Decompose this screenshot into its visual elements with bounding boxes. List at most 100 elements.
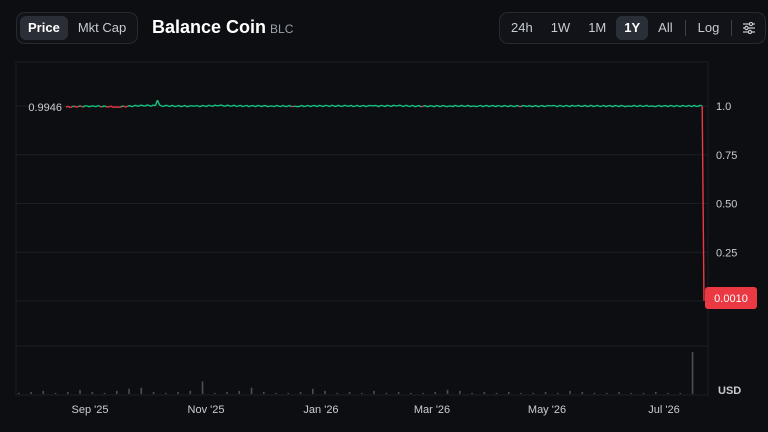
volume-bar <box>508 391 510 394</box>
volume-bar <box>275 392 277 394</box>
volume-bar <box>544 391 547 394</box>
price-line-segment <box>337 104 341 107</box>
y-tick-label: 0.25 <box>716 247 737 259</box>
price-line-segment <box>697 104 701 107</box>
volume-bar <box>54 392 57 394</box>
gridlines <box>16 105 708 347</box>
price-line-segment <box>616 105 620 108</box>
volume-bar <box>67 391 69 394</box>
price-line-segment <box>420 105 424 108</box>
price-line-segment <box>657 104 660 107</box>
volume-bar <box>581 391 584 394</box>
volume-bar <box>165 392 167 394</box>
volume-bar <box>410 392 412 394</box>
price-line-segment <box>576 104 579 107</box>
price-line-segment <box>191 104 194 107</box>
volume-bar <box>226 391 228 394</box>
price-line-segment <box>344 104 347 107</box>
volume-bar <box>336 392 339 394</box>
price-line-segment <box>386 104 390 107</box>
price-line-segment <box>601 104 605 107</box>
price-line-segment <box>310 105 314 108</box>
price-line-segment <box>544 105 547 108</box>
price-line-segment <box>588 104 592 107</box>
volume-bar <box>299 391 302 394</box>
price-line-segment <box>238 104 241 107</box>
price-line-segment <box>516 104 520 108</box>
x-tick-label: Jan '26 <box>303 404 338 416</box>
price-line-segment <box>382 105 386 108</box>
volume-bar <box>569 390 571 394</box>
price-line-segment <box>69 105 73 109</box>
volume-bar <box>618 391 620 394</box>
price-line-segment <box>203 105 207 108</box>
volume-bar <box>116 390 118 394</box>
price-line-segment <box>67 105 71 109</box>
price-line-segment <box>327 105 330 108</box>
price-line-segment <box>399 104 403 107</box>
price-line-segment <box>537 105 541 108</box>
volume-bar <box>679 392 682 394</box>
price-line-segment <box>474 105 477 108</box>
volume-bar <box>42 390 45 394</box>
price-line-segment <box>620 104 624 107</box>
volume-bar <box>630 392 633 394</box>
volume-bar <box>434 391 437 394</box>
volume-bar <box>459 390 461 394</box>
volume-bar <box>287 392 290 394</box>
price-line-segment <box>127 104 131 107</box>
price-line-segment <box>622 105 626 108</box>
volume-bar <box>422 392 424 394</box>
price-line-segment <box>142 104 145 107</box>
price-line-segment <box>220 104 224 107</box>
price-line-segment <box>693 104 697 107</box>
price-line-segment <box>510 104 513 107</box>
volume-bar <box>471 392 473 394</box>
price-line-segment <box>176 104 179 107</box>
currency-label: USD <box>718 385 741 397</box>
price-line-segment <box>446 105 450 108</box>
volume-bar <box>263 391 265 394</box>
x-tick-label: Sep '25 <box>72 404 109 416</box>
price-line-segment <box>540 104 543 107</box>
price-chart[interactable]: 1.0 0.75 0.50 0.25 Sep '25 Nov '25 Jan '26 Mar… <box>0 0 768 432</box>
volume-bar <box>667 392 669 394</box>
price-line-segment <box>299 104 303 107</box>
x-tick-label: Nov '25 <box>188 404 225 416</box>
price-line-segment <box>503 104 507 107</box>
price-line-segment <box>86 105 90 108</box>
price-line-segment <box>297 105 301 108</box>
volume-bar <box>385 392 388 394</box>
volume-bar <box>128 388 130 394</box>
price-line-segment <box>488 105 492 108</box>
price-line-segment <box>522 104 526 107</box>
y-tick-label: 0.75 <box>716 150 737 162</box>
price-line <box>65 99 705 301</box>
volume-bar <box>30 391 32 394</box>
price-line-segment <box>701 105 705 301</box>
volume-bar <box>361 392 363 394</box>
price-line-segment <box>148 104 152 107</box>
price-line-segment <box>333 105 337 108</box>
y-tick-label: 0.50 <box>716 199 737 211</box>
volume-bar <box>606 392 608 394</box>
price-line-segment <box>454 104 458 107</box>
price-line-segment <box>276 104 279 107</box>
price-line-segment <box>265 105 269 108</box>
price-line-segment <box>561 105 564 108</box>
price-line-segment <box>533 104 537 107</box>
volume-bar <box>238 390 241 394</box>
price-line-segment <box>661 105 664 108</box>
price-line-segment <box>165 104 169 107</box>
price-line-segment <box>444 105 447 108</box>
price-line-segment <box>282 104 286 108</box>
volume-bar <box>495 392 498 394</box>
price-line-segment <box>242 105 245 108</box>
volume-bar <box>557 392 559 394</box>
price-line-segment <box>97 104 101 108</box>
volume-bar <box>103 392 106 394</box>
price-line-segment <box>565 104 569 107</box>
volume-bar <box>177 391 179 394</box>
price-line-segment <box>571 104 575 107</box>
y-axis: 1.0 0.75 0.50 0.25 <box>716 101 737 259</box>
